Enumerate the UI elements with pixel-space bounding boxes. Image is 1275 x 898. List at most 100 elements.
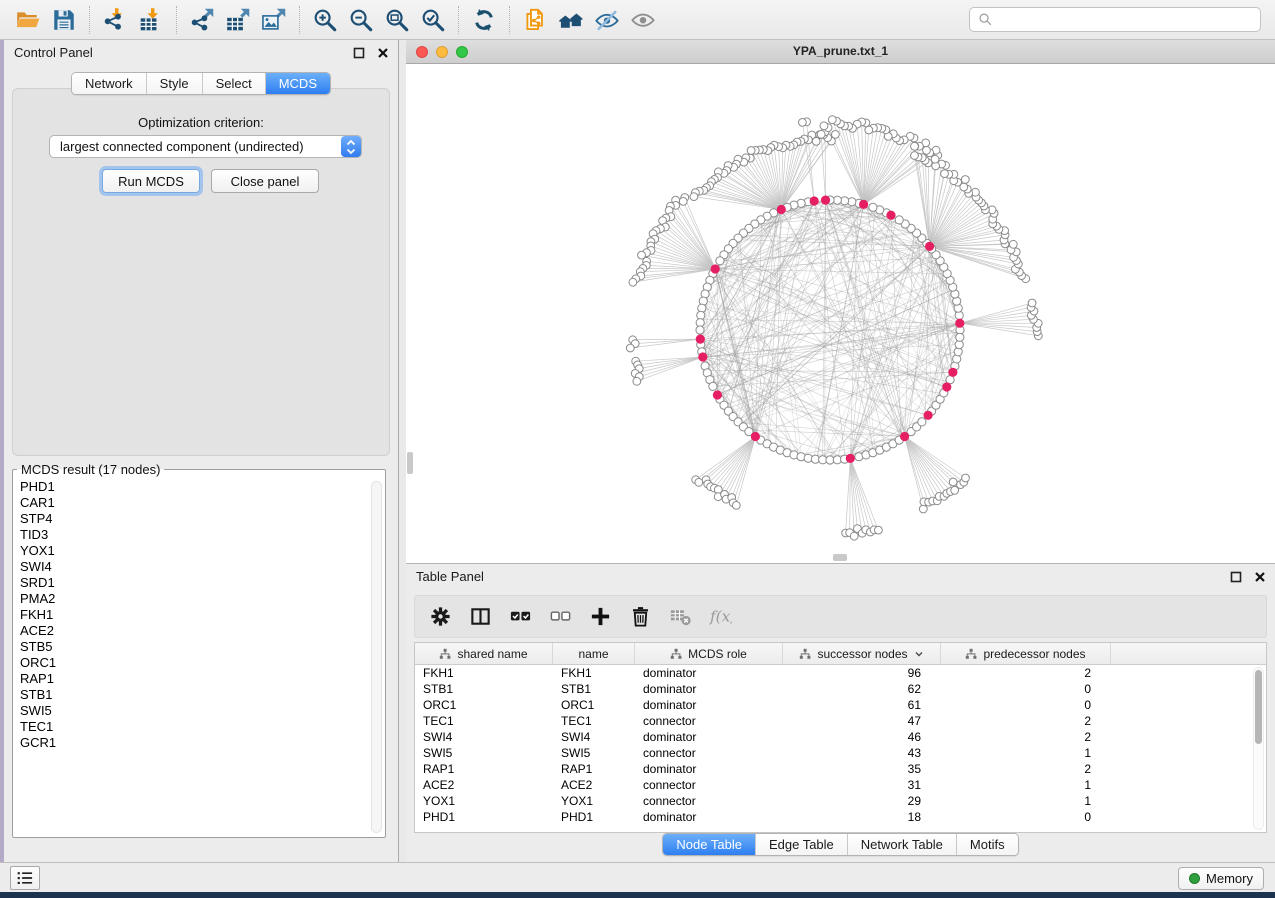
tab-mcds[interactable]: MCDS bbox=[265, 73, 330, 94]
refresh-view-button[interactable] bbox=[466, 3, 502, 37]
export-image-button[interactable] bbox=[256, 3, 292, 37]
table-scrollbar[interactable] bbox=[1253, 667, 1264, 830]
show-all-button[interactable] bbox=[625, 3, 661, 37]
mcds-result-item[interactable]: GCR1 bbox=[15, 735, 383, 751]
mcds-result-item[interactable]: YOX1 bbox=[15, 543, 383, 559]
deselect-all-button[interactable] bbox=[549, 605, 572, 628]
import-table-button[interactable] bbox=[133, 3, 169, 37]
network-node[interactable] bbox=[869, 203, 877, 211]
add-row-button[interactable] bbox=[589, 605, 612, 628]
window-zoom-button[interactable] bbox=[456, 46, 468, 58]
import-network-button[interactable] bbox=[97, 3, 133, 37]
mcds-list-scrollbar[interactable] bbox=[371, 481, 382, 833]
network-satellite-node[interactable] bbox=[1009, 240, 1017, 248]
network-node[interactable] bbox=[709, 382, 717, 390]
network-hub-node[interactable] bbox=[925, 242, 934, 251]
network-satellite-node[interactable] bbox=[961, 176, 969, 184]
tab-select[interactable]: Select bbox=[202, 73, 265, 94]
duplicate-network-button[interactable] bbox=[517, 3, 553, 37]
network-hub-node[interactable] bbox=[696, 335, 705, 344]
zoom-out-button[interactable] bbox=[343, 3, 379, 37]
mcds-result-item[interactable]: SWI5 bbox=[15, 703, 383, 719]
zoom-selected-button[interactable] bbox=[415, 3, 451, 37]
table-tab-motifs[interactable]: Motifs bbox=[956, 834, 1018, 855]
network-hub-node[interactable] bbox=[942, 382, 951, 391]
network-hub-node[interactable] bbox=[846, 454, 855, 463]
window-minimize-button[interactable] bbox=[436, 46, 448, 58]
network-hub-node[interactable] bbox=[955, 319, 964, 328]
mcds-result-item[interactable]: SRD1 bbox=[15, 575, 383, 591]
table-row[interactable]: SWI5SWI5connector431 bbox=[415, 745, 1266, 761]
table-row[interactable]: ACE2ACE2connector311 bbox=[415, 777, 1266, 793]
tab-style[interactable]: Style bbox=[146, 73, 202, 94]
table-row[interactable]: SWI4SWI4dominator462 bbox=[415, 729, 1266, 745]
column-header-successor-nodes[interactable]: successor nodes bbox=[783, 643, 941, 664]
float-table-panel-button[interactable] bbox=[1229, 570, 1243, 584]
network-node[interactable] bbox=[696, 326, 704, 334]
mcds-result-item[interactable]: RAP1 bbox=[15, 671, 383, 687]
network-satellite-node[interactable] bbox=[828, 116, 836, 124]
run-mcds-button[interactable]: Run MCDS bbox=[102, 169, 200, 193]
network-satellite-node[interactable] bbox=[850, 532, 858, 540]
mcds-result-item[interactable]: PMA2 bbox=[15, 591, 383, 607]
hide-selected-button[interactable] bbox=[589, 3, 625, 37]
table-row[interactable]: YOX1YOX1connector291 bbox=[415, 793, 1266, 809]
network-hscroll-thumb[interactable] bbox=[833, 554, 847, 561]
network-hub-node[interactable] bbox=[886, 211, 895, 220]
network-node[interactable] bbox=[918, 418, 926, 426]
table-row[interactable]: RAP1RAP1dominator352 bbox=[415, 761, 1266, 777]
column-header-name[interactable]: name bbox=[553, 643, 635, 664]
close-panel-button-mcds[interactable]: Close panel bbox=[211, 169, 319, 193]
memory-button[interactable]: Memory bbox=[1178, 867, 1264, 890]
mcds-result-item[interactable]: STB1 bbox=[15, 687, 383, 703]
network-canvas[interactable] bbox=[406, 64, 1275, 563]
network-hub-node[interactable] bbox=[777, 205, 786, 214]
select-all-button[interactable] bbox=[509, 605, 532, 628]
mcds-result-item[interactable]: SWI4 bbox=[15, 559, 383, 575]
network-satellite-node[interactable] bbox=[679, 198, 687, 206]
close-panel-button[interactable] bbox=[376, 46, 390, 60]
network-satellite-node[interactable] bbox=[633, 377, 641, 385]
table-tab-network-table[interactable]: Network Table bbox=[847, 834, 956, 855]
network-hub-node[interactable] bbox=[751, 432, 760, 441]
network-satellite-node[interactable] bbox=[732, 502, 740, 510]
network-vscroll-thumb[interactable] bbox=[407, 452, 413, 474]
zoom-in-button[interactable] bbox=[307, 3, 343, 37]
network-satellite-node[interactable] bbox=[695, 478, 703, 486]
zoom-fit-button[interactable] bbox=[379, 3, 415, 37]
table-row[interactable]: PHD1PHD1dominator180 bbox=[415, 809, 1266, 825]
table-row[interactable]: ORC1ORC1dominator610 bbox=[415, 697, 1266, 713]
network-satellite-node[interactable] bbox=[820, 122, 828, 130]
panel-splitter[interactable] bbox=[399, 40, 406, 862]
network-satellite-node[interactable] bbox=[919, 505, 927, 513]
network-satellite-node[interactable] bbox=[629, 278, 637, 286]
float-panel-button[interactable] bbox=[352, 46, 366, 60]
window-close-button[interactable] bbox=[416, 46, 428, 58]
network-satellite-node[interactable] bbox=[941, 170, 949, 178]
settings-button[interactable] bbox=[429, 605, 452, 628]
network-hub-node[interactable] bbox=[821, 196, 830, 205]
task-history-button[interactable] bbox=[10, 866, 40, 890]
network-hub-node[interactable] bbox=[711, 264, 720, 273]
mcds-result-item[interactable]: CAR1 bbox=[15, 495, 383, 511]
mcds-result-item[interactable]: PHD1 bbox=[15, 479, 383, 495]
column-header-predecessor-nodes[interactable]: predecessor nodes bbox=[941, 643, 1111, 664]
table-row[interactable]: FKH1FKH1dominator962 bbox=[415, 665, 1266, 681]
network-hub-node[interactable] bbox=[900, 432, 909, 441]
network-hub-node[interactable] bbox=[713, 390, 722, 399]
mcds-result-item[interactable]: TID3 bbox=[15, 527, 383, 543]
mcds-result-item[interactable]: ACE2 bbox=[15, 623, 383, 639]
network-satellite-node[interactable] bbox=[911, 142, 919, 150]
columns-button[interactable] bbox=[469, 605, 492, 628]
network-satellite-node[interactable] bbox=[747, 147, 755, 155]
network-node[interactable] bbox=[716, 257, 724, 265]
network-hub-node[interactable] bbox=[948, 368, 957, 377]
network-satellite-node[interactable] bbox=[626, 344, 634, 352]
mcds-result-item[interactable]: STP4 bbox=[15, 511, 383, 527]
mcds-result-item[interactable]: STB5 bbox=[15, 639, 383, 655]
network-hub-node[interactable] bbox=[859, 200, 868, 209]
export-table-button[interactable] bbox=[220, 3, 256, 37]
network-hub-node[interactable] bbox=[810, 196, 819, 205]
network-satellite-node[interactable] bbox=[817, 130, 825, 138]
network-satellite-node[interactable] bbox=[962, 474, 970, 482]
